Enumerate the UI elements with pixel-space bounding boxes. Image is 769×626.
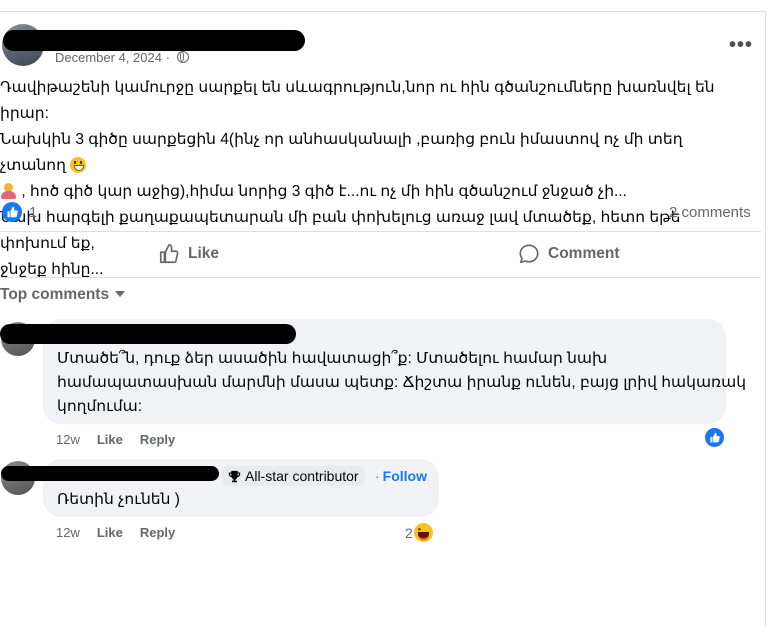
grinning-emoji-icon [70,157,87,173]
laughing-emoji-icon [413,523,433,542]
comment-like-reaction-icon[interactable] [705,428,724,447]
reaction-count: 1 [29,203,38,221]
comment-line: Մտածե՞ն, դուք ձեր ասածին հավատացի՞ք: Մտա… [57,350,608,367]
like-button-label: Like [188,245,220,262]
comment-reply-button[interactable]: Reply [140,432,175,447]
reaction-summary[interactable]: 1 [2,202,37,222]
follow-area: · Follow [375,468,427,484]
comment-like-button[interactable]: Like [97,525,123,540]
comment-button-label: Comment [548,245,620,262]
comment-text: Մտածե՞ն, դուք ձեր ասածին հավատացի՞ք: Մտա… [57,347,746,419]
trophy-icon [228,470,241,482]
comment-button[interactable]: Comment [518,243,619,265]
like-reaction-icon [2,202,22,222]
right-divider [765,11,766,626]
comment-line: կողմումա: [57,398,143,415]
comment-reply-button[interactable]: Reply [140,525,175,540]
comments-count-link[interactable]: 2 comments [669,204,751,221]
top-divider [0,11,765,12]
comment-line: Ռետին չունեն ) [57,491,180,508]
globe-icon [176,51,189,63]
redacted-commenter-name [1,466,219,481]
comment-like-button[interactable]: Like [97,432,123,447]
comment-reaction-summary[interactable]: 2 [405,523,433,542]
follow-button[interactable]: Follow [383,468,427,484]
post-text: Դավիթաշենի կամուրջը սարքել են սևագրությո… [0,75,748,283]
post-date[interactable]: December 4, 2024 · [55,50,189,65]
comment-reaction-count: 2 [405,524,413,541]
comment-sort-dropdown[interactable]: Top comments [0,286,126,304]
more-options-button[interactable]: ••• [729,34,753,57]
comment-time[interactable]: 12w [56,432,80,447]
post-line: ջնջեք հինը... [0,261,104,278]
post-line: , հոծ գիծ կար աջից),հիմա նորից 3 գիծ է..… [0,179,748,205]
redacted-author-name [3,30,305,51]
comment-sort-label: Top comments [0,286,110,303]
contributor-badge-label: All-star contributor [245,468,359,484]
comment-time[interactable]: 12w [56,525,80,540]
action-bar-bottom-divider [0,277,761,278]
comment-icon [519,244,539,264]
redacted-commenter-name [0,324,296,344]
comment-meta: 12w Like Reply [56,525,175,540]
action-bar-top-divider [0,231,761,232]
post-line: Դավիթաշենի կամուրջը սարքել են սևագրությո… [0,79,715,122]
chevron-down-icon [115,291,126,297]
comment-line: համապատասխան մարմնի մասա պետք: Ճիշտա իրա… [57,374,747,391]
comment-meta: 12w Like Reply [56,432,175,447]
contributor-badge: All-star contributor [222,466,365,486]
post-line: Նախկին 3 գիծը սարքեցին 4(ինչ որ անհասկան… [0,131,683,174]
thumbs-up-icon [159,244,179,264]
post-date-text[interactable]: December 4, 2024 · [55,50,170,65]
like-button[interactable]: Like [158,243,219,265]
person-emoji-icon [0,182,17,199]
comment-text: Ռետին չունեն ) [57,488,180,512]
